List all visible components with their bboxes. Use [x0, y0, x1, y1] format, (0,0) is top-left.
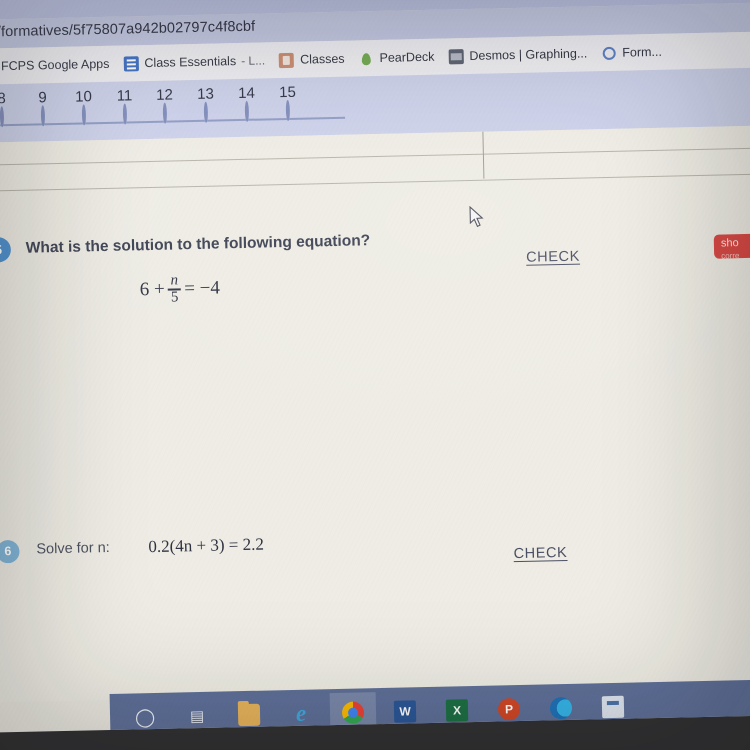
question-6-badge: 6 — [0, 539, 20, 564]
nav-item-14[interactable]: 14 — [231, 85, 262, 122]
bookmark-peardeck[interactable]: PearDeck — [358, 49, 434, 66]
desmos-icon — [448, 48, 464, 64]
bookmark-label: Form... — [622, 44, 663, 60]
nav-item-15[interactable]: 15 — [272, 84, 303, 121]
question-6-prompt-text: Solve for n: — [36, 539, 110, 558]
microsoft-word-icon: W — [393, 700, 417, 723]
bookmark-label: Class Essentials — [144, 54, 237, 71]
internet-explorer-icon: e — [295, 700, 307, 726]
bookmark-label: PearDeck — [379, 49, 435, 65]
bookmark-fcps-google-apps[interactable]: FCPS Google Apps — [0, 56, 110, 74]
google-docs-icon — [123, 55, 139, 72]
page-divider-second — [0, 172, 750, 193]
file-explorer-folder-icon — [237, 703, 261, 727]
nav-dot-icon[interactable] — [285, 99, 291, 121]
nav-item-9[interactable]: 9 — [27, 89, 58, 127]
peardeck-icon — [358, 51, 373, 66]
page-vertical-separator — [482, 131, 485, 179]
nav-dot-icon[interactable] — [203, 101, 209, 123]
bookmark-label: Classes — [299, 51, 345, 67]
question-5-badge: 5 — [0, 237, 12, 263]
nav-dot-icon[interactable] — [244, 100, 250, 122]
nav-item-10[interactable]: 10 — [68, 88, 99, 126]
equation-rhs: = −4 — [183, 277, 221, 300]
nav-dot-icon[interactable] — [162, 102, 168, 124]
monitor-screen: ··· Desmos | Graphing Calculator ✕ + .co… — [0, 0, 750, 734]
calculator-icon — [601, 695, 625, 719]
mouse-cursor-arrow-icon — [469, 205, 484, 228]
fraction-numerator: n — [170, 272, 179, 289]
bookmark-class-essentials[interactable]: Class Essentials - L... — [123, 53, 266, 72]
nav-item-11[interactable]: 11 — [109, 87, 140, 125]
show-correct-answer-badge[interactable]: sho corre — [713, 233, 750, 259]
question-5-equation: 6 + n 5 = −4 — [139, 272, 221, 306]
badge-line-2: corre — [721, 251, 740, 259]
bookmark-formative[interactable]: Form... — [601, 44, 662, 60]
taskbar-task-view-button[interactable]: ▤ — [174, 696, 221, 733]
bookmark-desmos-graphing[interactable]: Desmos | Graphing... — [448, 46, 587, 64]
badge-line-1: sho — [720, 237, 739, 250]
nav-item-8[interactable]: 8 — [0, 90, 17, 128]
question-5-prompt: What is the solution to the following eq… — [25, 232, 371, 257]
microsoft-excel-icon: X — [445, 699, 469, 722]
bookmark-label: Desmos | Graphing... — [469, 46, 588, 63]
classes-icon — [278, 52, 295, 68]
nav-dot-icon[interactable] — [40, 105, 46, 127]
question-6: 6 Solve for n: 0.2(4n + 3) = 2.2 — [0, 525, 686, 564]
question-5: 5 What is the solution to the following … — [0, 222, 685, 305]
fraction: n 5 — [167, 272, 182, 306]
check-button-question-6[interactable]: CHECK — [513, 545, 567, 562]
nav-dot-icon[interactable] — [0, 106, 5, 128]
nav-item-12[interactable]: 12 — [149, 86, 180, 124]
nav-item-13[interactable]: 13 — [190, 85, 221, 123]
equation-lhs: 6 + — [139, 278, 165, 301]
taskbar-cortana-button[interactable]: ◯ — [122, 697, 169, 733]
fraction-denominator: 5 — [170, 289, 179, 306]
google-chrome-icon — [341, 701, 365, 724]
bookmark-sublabel: - L... — [240, 53, 266, 68]
nav-dot-icon[interactable] — [122, 103, 128, 125]
microsoft-edge-icon — [549, 696, 573, 720]
nav-number: 8 — [0, 90, 6, 108]
formative-page: 5 What is the solution to the following … — [0, 124, 750, 704]
screenshot-root: ··· Desmos | Graphing Calculator ✕ + .co… — [0, 0, 750, 750]
page-divider-top — [0, 146, 750, 167]
bookmark-label: FCPS Google Apps — [0, 56, 110, 74]
question-6-equation: 0.2(4n + 3) = 2.2 — [148, 534, 265, 557]
formative-icon — [601, 45, 616, 60]
check-button-question-5[interactable]: CHECK — [526, 249, 580, 266]
url-text: .com/formatives/5f75807a942b02797c4f8cbf — [0, 18, 256, 41]
microsoft-powerpoint-icon: P — [497, 698, 521, 721]
task-view-icon: ▤ — [189, 707, 205, 726]
nav-dot-icon[interactable] — [81, 104, 87, 126]
question-6-prompt: Solve for n: — [36, 540, 110, 558]
cortana-circle-icon: ◯ — [134, 706, 156, 727]
bookmark-classes[interactable]: Classes — [278, 51, 345, 68]
